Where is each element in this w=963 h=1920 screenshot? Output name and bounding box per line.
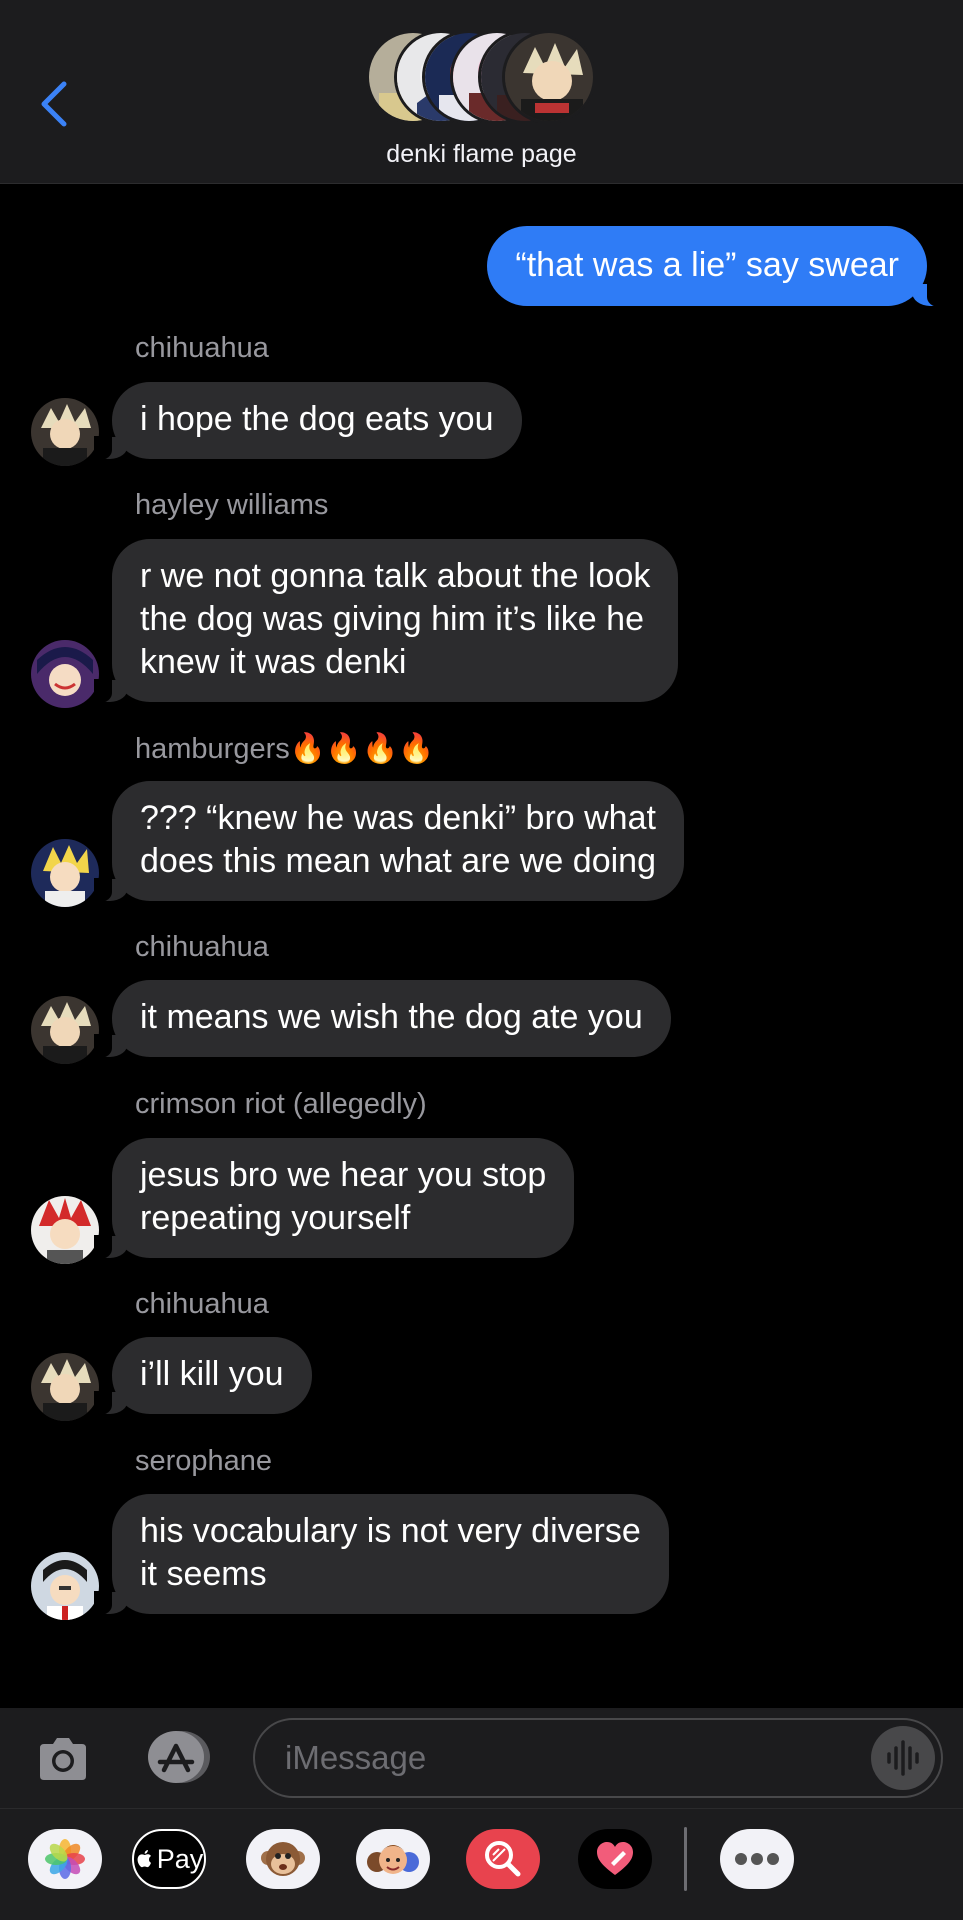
avatar[interactable] [31, 640, 99, 708]
sent-message-bubble[interactable]: “that was a lie” say swear [487, 226, 945, 307]
message-text-line: the dog was giving him it’s like he [140, 600, 644, 638]
app-store-button[interactable] [142, 1728, 214, 1786]
animoji-button[interactable] [246, 1829, 320, 1889]
avatar[interactable] [31, 996, 99, 1064]
memoji-icon [367, 1845, 419, 1874]
sender-name: chihuahua [135, 931, 269, 963]
message-input[interactable] [285, 1720, 845, 1796]
avatar[interactable] [31, 1353, 99, 1421]
received-message-bubble[interactable]: it means we wish the dog ate you [94, 980, 671, 1058]
message-text-line: ??? “knew he was denki” bro what [140, 799, 656, 837]
apple-pay-label: Pay [156, 1843, 204, 1874]
app-drawer: Pay [0, 1808, 963, 1920]
digital-touch-icon [597, 1842, 633, 1875]
avatar[interactable] [31, 1196, 99, 1264]
message-text-line: does this mean what are we doing [140, 842, 656, 880]
conversation-title[interactable]: denki flame page [0, 140, 963, 169]
sender-name: chihuahua [135, 332, 269, 364]
back-button[interactable] [34, 76, 74, 132]
compose-bar [0, 1708, 963, 1808]
avatar[interactable] [31, 839, 99, 907]
sender-name: chihuahua [135, 1288, 269, 1320]
message-text-line: knew it was denki [140, 643, 407, 681]
received-message-bubble[interactable]: r we not gonna talk about the look the d… [93, 539, 679, 703]
conversation-header: denki flame page [0, 0, 963, 184]
message-text-line: repeating yourself [140, 1199, 411, 1237]
message-text-line: r we not gonna talk about the look [140, 557, 651, 595]
memoji-button[interactable] [356, 1829, 430, 1889]
apple-pay-button[interactable]: Pay [132, 1829, 206, 1889]
image-search-icon [485, 1841, 521, 1877]
more-apps-icon [735, 1853, 779, 1865]
audio-message-button[interactable] [871, 1726, 935, 1790]
group-avatar-stack[interactable] [366, 30, 596, 126]
group-avatar [502, 30, 596, 124]
animoji-icon [261, 1842, 305, 1876]
message-list[interactable]: “that was a lie” say swear chihuahua i h… [0, 184, 963, 1708]
received-message-bubble[interactable]: jesus bro we hear you stop repeating you… [93, 1138, 575, 1259]
digital-touch-button[interactable] [578, 1829, 652, 1889]
sender-name: serophane [135, 1445, 273, 1477]
received-message-bubble[interactable]: i hope the dog eats you [94, 382, 522, 460]
sender-name: hayley williams [135, 489, 329, 521]
waveform-icon [887, 1740, 919, 1776]
message-text: it means we wish the dog ate you [140, 998, 643, 1036]
message-text-line: his vocabulary is not very diverse [140, 1512, 641, 1550]
camera-icon [40, 1738, 86, 1780]
camera-button[interactable] [34, 1730, 92, 1788]
message-text-line: jesus bro we hear you stop [140, 1156, 547, 1194]
sender-name: crimson riot (allegedly) [135, 1088, 427, 1120]
image-search-button[interactable] [466, 1829, 540, 1889]
photos-app-button[interactable] [28, 1829, 102, 1889]
avatar[interactable] [31, 1552, 99, 1620]
message-text: i’ll kill you [140, 1355, 284, 1393]
chevron-left-icon [41, 81, 67, 127]
message-field[interactable] [253, 1718, 943, 1798]
message-text: i hope the dog eats you [140, 400, 494, 438]
message-text-line: it seems [140, 1555, 267, 1593]
sender-name: hamburgers🔥🔥🔥🔥 [135, 733, 435, 765]
app-store-icon [148, 1731, 210, 1783]
photos-icon [45, 1839, 85, 1879]
avatar[interactable] [31, 398, 99, 466]
received-message-bubble[interactable]: ??? “knew he was denki” bro what does th… [94, 781, 684, 902]
apple-pay-icon [137, 1850, 151, 1868]
more-apps-button[interactable] [720, 1829, 794, 1889]
received-message-bubble[interactable]: his vocabulary is not very diverse it se… [94, 1494, 669, 1615]
received-message-bubble[interactable]: i’ll kill you [94, 1337, 312, 1415]
app-drawer-divider [684, 1827, 687, 1891]
